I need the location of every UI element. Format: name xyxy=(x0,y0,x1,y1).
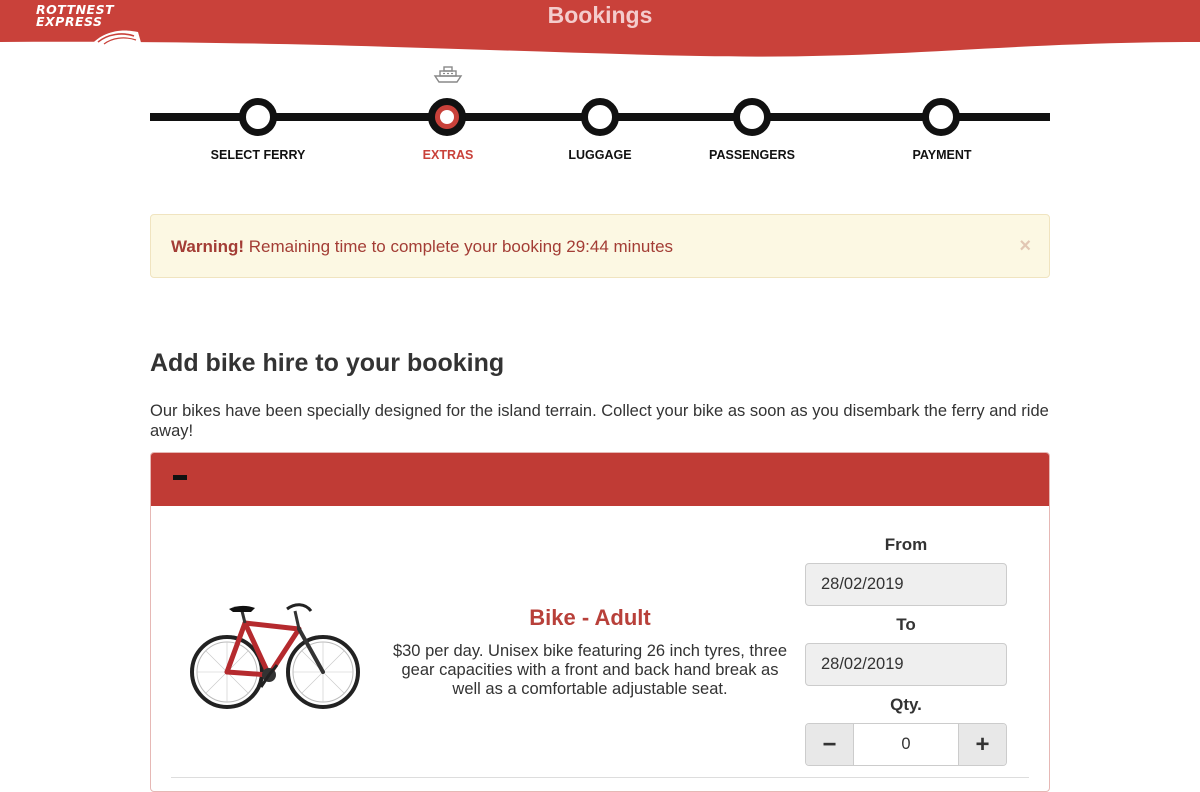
header-bar: ROTTNEST EXPRESS Bookings xyxy=(0,0,1200,60)
booking-progress-stepper: SELECT FERRY EXTRAS LUGGAGE PASSENGERS P… xyxy=(150,64,1050,164)
to-date-input[interactable] xyxy=(805,643,1007,686)
alert-strong: Warning! xyxy=(171,237,245,256)
qty-input[interactable] xyxy=(854,724,958,765)
session-timer-alert: Warning! Remaining time to complete your… xyxy=(150,214,1050,278)
alert-text: Warning! Remaining time to complete your… xyxy=(171,237,673,257)
step-extras-label[interactable]: EXTRAS xyxy=(423,148,474,162)
qty-label: Qty. xyxy=(890,695,922,714)
step-payment-dot[interactable] xyxy=(922,98,960,136)
from-date-input[interactable] xyxy=(805,563,1007,606)
step-select-ferry-dot[interactable] xyxy=(239,98,277,136)
alert-message: Remaining time to complete your booking … xyxy=(244,237,674,256)
step-select-ferry-label[interactable]: SELECT FERRY xyxy=(211,148,306,162)
quantity-stepper: − + xyxy=(805,723,1007,766)
panel-header[interactable] xyxy=(151,453,1049,506)
close-icon[interactable]: × xyxy=(1019,235,1031,258)
to-label: To xyxy=(896,615,916,634)
qty-plus-button[interactable]: + xyxy=(958,724,1006,765)
step-passengers-label[interactable]: PASSENGERS xyxy=(709,148,795,162)
bike-icon xyxy=(190,603,360,709)
product-name: Bike - Adult xyxy=(529,605,651,630)
ferry-icon xyxy=(433,66,463,83)
from-label: From xyxy=(884,535,928,554)
step-extras-dot[interactable] xyxy=(428,98,466,136)
section-intro: Our bikes have been specially designed f… xyxy=(150,402,1049,440)
step-payment-label[interactable]: PAYMENT xyxy=(912,148,971,162)
step-luggage-dot[interactable] xyxy=(581,98,619,136)
page-title: Bookings xyxy=(547,2,653,28)
step-luggage-label[interactable]: LUGGAGE xyxy=(568,148,631,162)
step-passengers-dot[interactable] xyxy=(733,98,771,136)
panel-divider xyxy=(171,777,1029,778)
qty-minus-button[interactable]: − xyxy=(806,724,854,765)
minus-icon[interactable] xyxy=(173,475,187,480)
section-title: Add bike hire to your booking xyxy=(150,349,505,377)
bike-hire-panel: Bike - Adult $30 per day. Unisex bike fe… xyxy=(150,452,1050,792)
product-description: $30 per day. Unisex bike featuring 26 in… xyxy=(392,642,788,698)
